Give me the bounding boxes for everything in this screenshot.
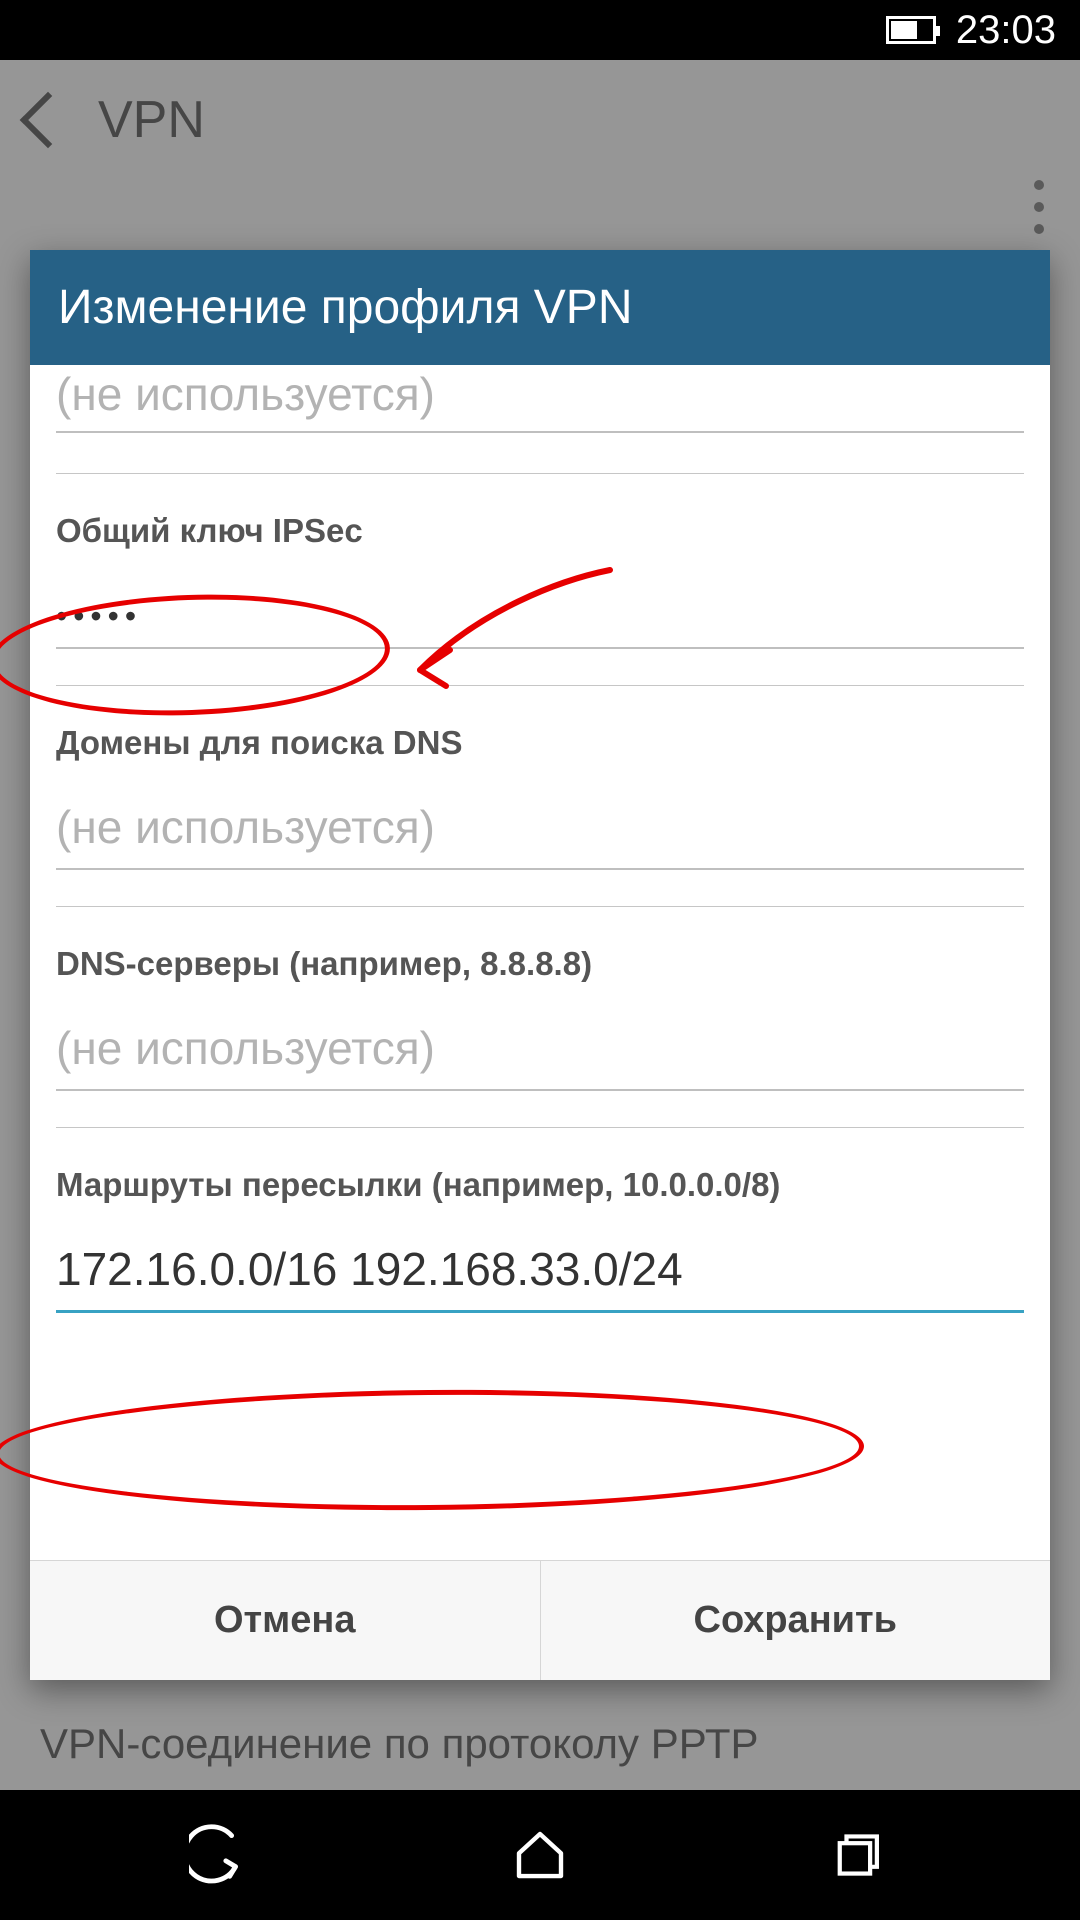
routes-field: Маршруты пересылки (например, 10.0.0.0/8… — [30, 1166, 1050, 1313]
nav-back-icon[interactable] — [189, 1824, 251, 1886]
battery-icon — [886, 16, 936, 44]
navigation-bar — [0, 1790, 1080, 1920]
divider — [56, 906, 1024, 907]
dns-servers-input[interactable] — [56, 1013, 1024, 1091]
divider — [56, 685, 1024, 686]
nav-home-icon[interactable] — [509, 1824, 571, 1886]
edit-vpn-dialog: Изменение профиля VPN (не используется) … — [30, 250, 1050, 1680]
dns-domains-label: Домены для поиска DNS — [56, 724, 1024, 762]
dialog-footer: Отмена Сохранить — [30, 1560, 1050, 1680]
nav-recent-icon[interactable] — [829, 1824, 891, 1886]
clock: 23:03 — [956, 8, 1056, 53]
divider — [56, 473, 1024, 474]
dialog-body[interactable]: (не используется) Общий ключ IPSec •••••… — [30, 365, 1050, 1560]
dns-servers-label: DNS-серверы (например, 8.8.8.8) — [56, 945, 1024, 983]
dns-domains-input[interactable] — [56, 792, 1024, 870]
routes-label: Маршруты пересылки (например, 10.0.0.0/8… — [56, 1166, 1024, 1204]
cutoff-placeholder: (не используется) — [56, 367, 1024, 433]
routes-input[interactable] — [56, 1234, 1024, 1313]
status-bar: 23:03 — [0, 0, 1080, 60]
dialog-title: Изменение профиля VPN — [30, 250, 1050, 365]
ipsec-key-field: Общий ключ IPSec ••••• — [30, 512, 1050, 649]
cancel-button[interactable]: Отмена — [30, 1561, 540, 1680]
previous-field-cutoff: (не используется) — [30, 365, 1050, 447]
dns-domains-field: Домены для поиска DNS — [30, 724, 1050, 870]
ipsec-key-input[interactable]: ••••• — [56, 580, 1024, 649]
ipsec-key-label: Общий ключ IPSec — [56, 512, 1024, 550]
app-screen: VPN VPN-соединение по протоколу РРТР Изм… — [0, 60, 1080, 1790]
dns-servers-field: DNS-серверы (например, 8.8.8.8) — [30, 945, 1050, 1091]
save-button[interactable]: Сохранить — [540, 1561, 1051, 1680]
divider — [56, 1127, 1024, 1128]
